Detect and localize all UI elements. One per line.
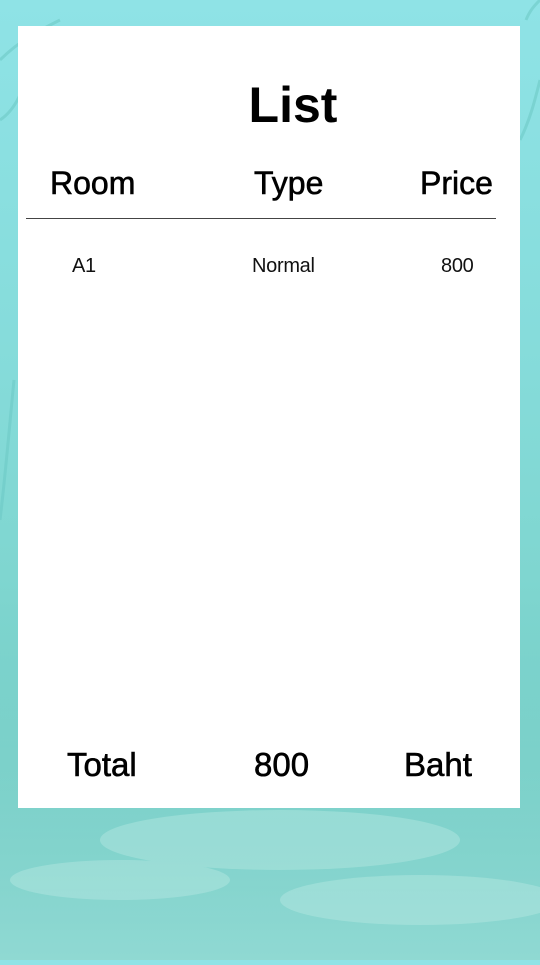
total-label: Total — [67, 746, 137, 783]
table-row[interactable]: A1 Normal 800 — [18, 256, 520, 280]
column-header-room: Room — [50, 165, 136, 201]
page-title: List — [248, 77, 338, 133]
currency-label: Baht — [404, 746, 472, 783]
column-header-type: Type — [254, 165, 324, 201]
row-type: Normal — [252, 255, 315, 277]
total-value: 800 — [254, 746, 310, 783]
column-header-price: Price — [420, 165, 494, 201]
row-price: 800 — [441, 255, 474, 277]
list-card: List Room Type Price A1 Normal 800 Total… — [18, 26, 520, 808]
header-divider — [26, 218, 496, 219]
row-room: A1 — [72, 255, 96, 277]
